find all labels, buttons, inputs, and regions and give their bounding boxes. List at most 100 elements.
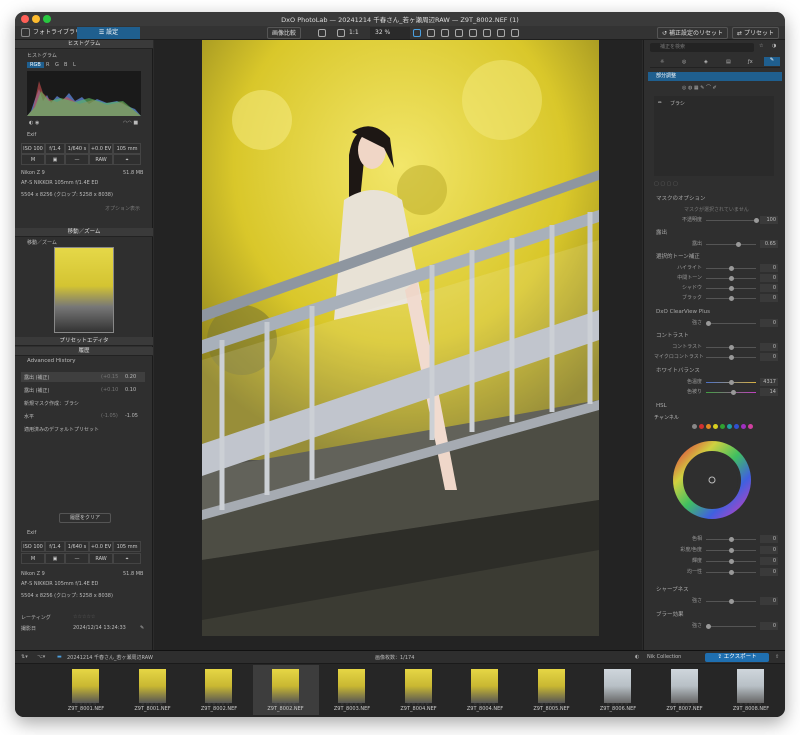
white-balance-section[interactable]: ホワイトバランス <box>644 367 785 376</box>
clear-history-button[interactable]: 履歴をクリア <box>59 513 111 523</box>
presets-button[interactable]: ⇄ プリセット <box>732 27 779 39</box>
local-adjust-header[interactable]: 部分調整 <box>648 72 782 81</box>
slider-knob[interactable] <box>729 266 734 271</box>
brush-mask-item[interactable]: ブラシ <box>670 100 685 107</box>
slider-knob[interactable] <box>731 390 736 395</box>
thumbnail[interactable]: ☆☆☆☆☆ Z9T_8004.NEF <box>452 665 518 715</box>
eyedropper-icon[interactable] <box>441 29 449 37</box>
sharpness-value[interactable]: 0 <box>760 597 778 605</box>
local-tab-icon[interactable]: ✎ <box>764 57 780 66</box>
blur-section[interactable]: ブラー効果 <box>644 611 785 620</box>
hsl-channel-dot[interactable] <box>706 424 711 429</box>
highlights-slider[interactable]: ハイライト 0 <box>654 264 782 273</box>
geometry-tab-icon[interactable]: ▤ <box>726 59 731 65</box>
thumbnail[interactable]: ☆☆☆☆☆ Z9T_8004.NEF <box>386 665 452 715</box>
slider-knob[interactable] <box>729 345 734 350</box>
export-button[interactable]: ⇪ エクスポート <box>705 653 769 662</box>
history-item[interactable]: 水平 (-1.05) -1.05 <box>21 411 145 421</box>
perspective-icon[interactable] <box>497 29 505 37</box>
opacity-value[interactable]: 100 <box>760 216 778 224</box>
folder-name[interactable]: 20241214 千春さん_若ヶ瀬周辺RAW <box>67 654 153 661</box>
sharpness-section[interactable]: シャープネス <box>644 586 785 595</box>
hsl-channel-dot[interactable] <box>699 424 704 429</box>
slider-knob[interactable] <box>736 242 741 247</box>
horizon-icon[interactable] <box>455 29 463 37</box>
edit-pencil-icon[interactable]: ✎ <box>140 625 144 631</box>
local-tools-icons[interactable]: ◎ ◍ ▦ ✎ ⌒ ✐ <box>682 84 717 91</box>
highlight-clip-icon[interactable]: ◠◠ ■ <box>123 120 138 126</box>
history-item[interactable]: 新規マスク作成：ブラシ <box>21 398 145 408</box>
crop-icon[interactable] <box>427 29 435 37</box>
color-tab-icon[interactable]: ◎ <box>682 59 686 65</box>
star-icon[interactable]: ☆ <box>759 43 763 49</box>
slider-knob[interactable] <box>754 218 759 223</box>
blur-value[interactable]: 0 <box>760 622 778 630</box>
channel-rgb[interactable]: RGB <box>27 62 44 68</box>
opacity-slider[interactable]: 不透明度 100 <box>654 216 782 225</box>
wb-value[interactable]: 14 <box>760 388 778 396</box>
hsl-luminance-slider[interactable]: 輝度 0 <box>654 557 782 566</box>
clearview-section[interactable]: DxO ClearView Plus <box>644 308 785 317</box>
exposure-section[interactable]: 露出 <box>644 229 785 238</box>
detail-tab-icon[interactable]: ◈ <box>704 59 708 65</box>
channel-g[interactable]: G <box>55 62 59 68</box>
contrast-section[interactable]: コントラスト <box>644 332 785 341</box>
hsl-channel-dot[interactable] <box>692 424 697 429</box>
clearview-slider[interactable]: 強さ 0 <box>654 319 782 328</box>
temperature-slider[interactable]: 色温度 4317 <box>654 378 782 387</box>
slider-knob[interactable] <box>706 624 711 629</box>
thumbnail[interactable]: ☆☆☆☆☆ Z9T_8001.NEF <box>53 665 119 715</box>
rating-stars[interactable]: ☆☆☆☆☆ <box>73 614 95 620</box>
tone-value[interactable]: 0 <box>760 264 778 272</box>
thumbnail[interactable]: ☆☆☆☆☆ Z9T_8008.NEF <box>718 665 784 715</box>
blur-slider[interactable]: 強さ 0 <box>654 622 782 631</box>
thumbnail[interactable]: ☆☆☆☆☆ Z9T_8002.NEF <box>186 665 252 715</box>
contrast-slider[interactable]: コントラスト 0 <box>654 343 782 352</box>
slider-knob[interactable] <box>729 537 734 542</box>
shadow-clip-icon[interactable]: ◐ ◉ <box>29 120 39 126</box>
histogram-panel-header[interactable]: ヒストグラム <box>15 40 153 49</box>
channel-r[interactable]: R <box>46 62 49 68</box>
hsl-value[interactable]: 0 <box>760 557 778 565</box>
navigator-panel-header[interactable]: 移動／ズーム <box>15 228 153 237</box>
microcontrast-slider[interactable]: マイクロコントラスト 0 <box>654 353 782 362</box>
hand-icon[interactable] <box>413 29 421 37</box>
compare-button[interactable]: 画像比較 <box>267 27 302 39</box>
tone-section[interactable]: 選択的トーン補正 <box>644 253 785 262</box>
hsl-value[interactable]: 0 <box>760 546 778 554</box>
slider-knob[interactable] <box>729 570 734 575</box>
main-photo[interactable] <box>202 40 599 636</box>
mask-list[interactable]: ✏ ブラシ <box>654 96 774 176</box>
history-item[interactable]: 露出 (補正) (+0.10 0.10 <box>21 385 145 395</box>
repair-icon[interactable] <box>469 29 477 37</box>
preset-editor-header[interactable]: プリセットエディタ <box>15 337 153 346</box>
effects-tab-icon[interactable]: ƒx <box>748 59 753 65</box>
hsl-saturation-slider[interactable]: 彩度/色度 0 <box>654 546 782 555</box>
thumbnail[interactable]: ☆☆☆☆☆ Z9T_8003.NEF <box>319 665 385 715</box>
slider-knob[interactable] <box>729 286 734 291</box>
sharpness-slider[interactable]: 強さ 0 <box>654 597 782 606</box>
sort-icon[interactable]: ⇅▾ <box>21 654 28 660</box>
hsl-value[interactable]: 0 <box>760 568 778 576</box>
channel-b[interactable]: B <box>64 62 67 68</box>
image-viewer[interactable] <box>154 40 642 650</box>
fit-icon[interactable] <box>337 29 345 37</box>
slider-knob[interactable] <box>729 599 734 604</box>
mask-actions-icons[interactable]: ▢ ▢ ▢ ▢ <box>654 181 678 187</box>
thumbnail[interactable]: ☆☆☆☆☆ Z9T_8001.NEF <box>120 665 186 715</box>
tint-slider[interactable]: 色被り 14 <box>654 388 782 397</box>
shadows-slider[interactable]: シャドウ 0 <box>654 284 782 293</box>
slider-knob[interactable] <box>729 355 734 360</box>
thumbnail[interactable]: ☆☆☆☆☆ Z9T_8002.NEF <box>252 665 319 715</box>
toggle-icon[interactable]: ◑ <box>772 43 776 49</box>
hsl-channel-dot[interactable] <box>748 424 753 429</box>
local-adjust-icon[interactable] <box>483 29 491 37</box>
clearview-value[interactable]: 0 <box>760 319 778 327</box>
thumbnail[interactable]: ☆☆☆☆☆ Z9T_8005.NEF <box>519 665 585 715</box>
hsl-channel-dot[interactable] <box>734 424 739 429</box>
hsl-value[interactable]: 0 <box>760 535 778 543</box>
contrast-value[interactable]: 0 <box>760 353 778 361</box>
slider-knob[interactable] <box>729 380 734 385</box>
reset-corrections-button[interactable]: ↺ 補正設定のリセット <box>657 27 728 39</box>
mask-options-section[interactable]: マスクのオプション <box>644 195 785 204</box>
